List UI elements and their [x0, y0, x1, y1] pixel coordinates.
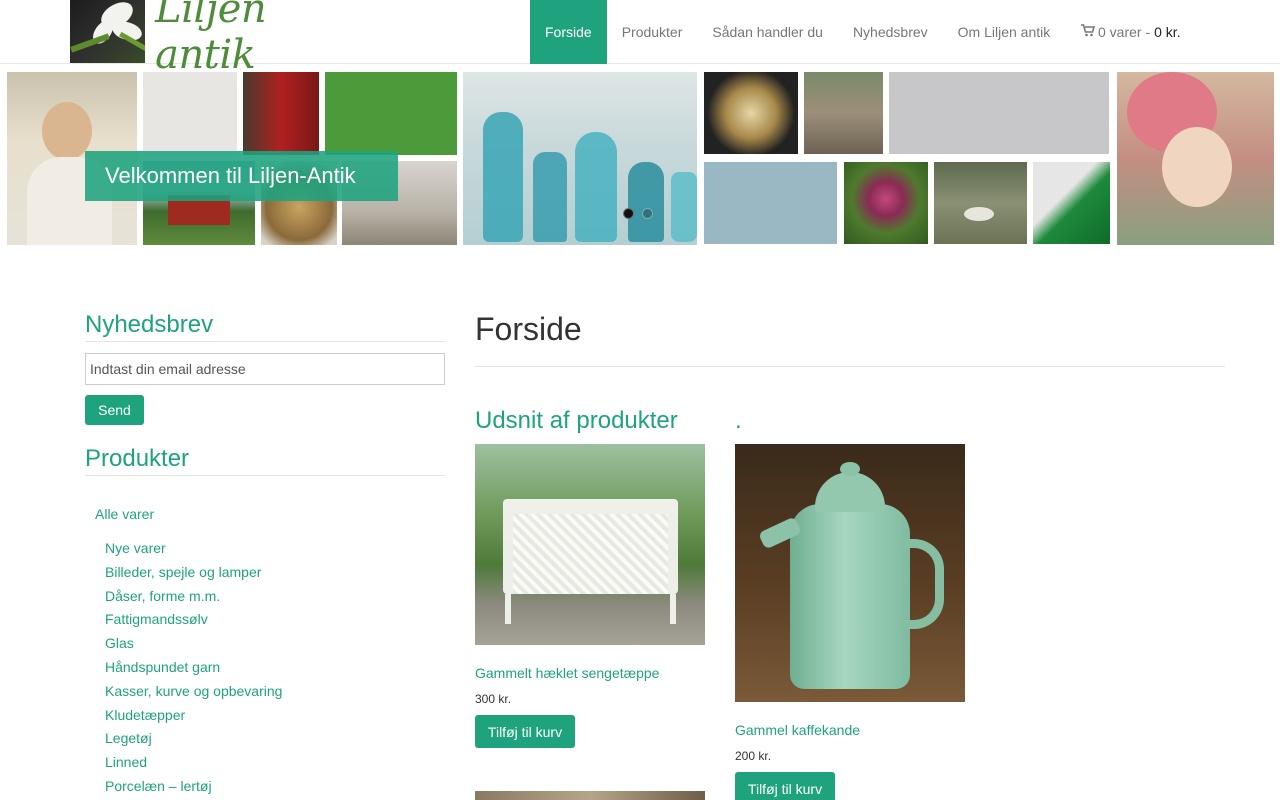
banner-tile-baskets — [804, 72, 883, 154]
category-item[interactable]: Glas — [105, 635, 282, 659]
add-to-cart-button[interactable]: Tilføj til kurv — [735, 772, 835, 800]
category-item[interactable]: Kasser, kurve og opbevaring — [105, 683, 282, 707]
banner-tile-green-glass — [1033, 162, 1110, 244]
slider-dots — [623, 208, 653, 219]
banner-caption: Velkommen til Liljen-Antik — [85, 151, 398, 201]
cart-link[interactable]: 0 varer - 0 kr. — [1081, 0, 1181, 64]
category-item[interactable]: Legetøj — [105, 730, 282, 754]
product-name-bedspread[interactable]: Gammelt hæklet sengetæppe — [475, 665, 659, 681]
banner-tile-blue — [704, 162, 837, 244]
banner-tile-linen — [143, 72, 237, 155]
banner-tile-green — [325, 72, 457, 155]
product-price-bedspread: 300 kr. — [475, 692, 512, 706]
category-item[interactable]: Nye varer — [105, 540, 282, 564]
banner-tile-girl-rose — [1117, 72, 1274, 245]
product-image-coffee-pot[interactable] — [735, 444, 965, 702]
section-title-dot: . — [735, 407, 742, 434]
category-item[interactable]: Fattigmandssølv — [105, 611, 282, 635]
banner-tile-swans — [934, 162, 1027, 244]
category-item[interactable]: Håndspundet garn — [105, 659, 282, 683]
divider — [475, 366, 1225, 367]
category-item[interactable]: Porcelæn – lertøj — [105, 778, 282, 800]
newsletter-heading: Nyhedsbrev — [85, 311, 445, 342]
product-image-bedspread[interactable] — [475, 444, 705, 645]
top-navbar: Liljen antik Forside Produkter Sådan han… — [0, 0, 1280, 78]
banner-tile-grey — [889, 72, 1109, 154]
nav-saadan-handler-du[interactable]: Sådan handler du — [697, 0, 838, 64]
category-item[interactable]: Kludetæpper — [105, 707, 282, 731]
nav-om-liljen-antik[interactable]: Om Liljen antik — [943, 0, 1066, 64]
products-heading: Produkter — [85, 445, 445, 476]
send-button[interactable]: Send — [85, 395, 144, 425]
shopping-cart-icon — [1081, 24, 1096, 40]
banner-tile-candles — [243, 72, 319, 155]
slider-dot-2[interactable] — [642, 208, 653, 219]
category-item[interactable]: Linned — [105, 754, 282, 778]
lily-logo-image — [70, 0, 146, 63]
cart-items-count: 0 varer - — [1098, 24, 1151, 40]
slider-dot-1[interactable] — [623, 208, 634, 219]
add-to-cart-button[interactable]: Tilføj til kurv — [475, 715, 575, 748]
banner-tile-brooch — [704, 72, 798, 154]
category-list: Nye varer Billeder, spejle og lamper Dås… — [105, 540, 282, 800]
section-title: Udsnit af produkter — [475, 407, 678, 434]
logo-text: Liljen antik — [155, 0, 267, 78]
category-item[interactable]: Dåser, forme m.m. — [105, 588, 282, 612]
category-item[interactable]: Billeder, spejle og lamper — [105, 564, 282, 588]
cart-total: 0 kr. — [1154, 24, 1181, 40]
nav-produkter[interactable]: Produkter — [607, 0, 698, 64]
product-name-coffee-pot[interactable]: Gammel kaffekande — [735, 722, 860, 738]
nav-nyhedsbrev[interactable]: Nyhedsbrev — [838, 0, 943, 64]
category-all-items[interactable]: Alle varer — [95, 506, 154, 522]
banner-tile-magnolia — [844, 162, 928, 244]
product-image-next[interactable] — [475, 791, 705, 800]
nav-forside[interactable]: Forside — [530, 0, 607, 64]
banner-tile-blue-glass — [463, 72, 697, 245]
page-title: Forside — [475, 311, 582, 347]
product-price-coffee-pot: 200 kr. — [735, 749, 772, 763]
main-nav: Forside Produkter Sådan handler du Nyhed… — [530, 0, 1065, 64]
logo[interactable]: Liljen antik — [70, 0, 360, 78]
email-input[interactable] — [85, 353, 445, 385]
